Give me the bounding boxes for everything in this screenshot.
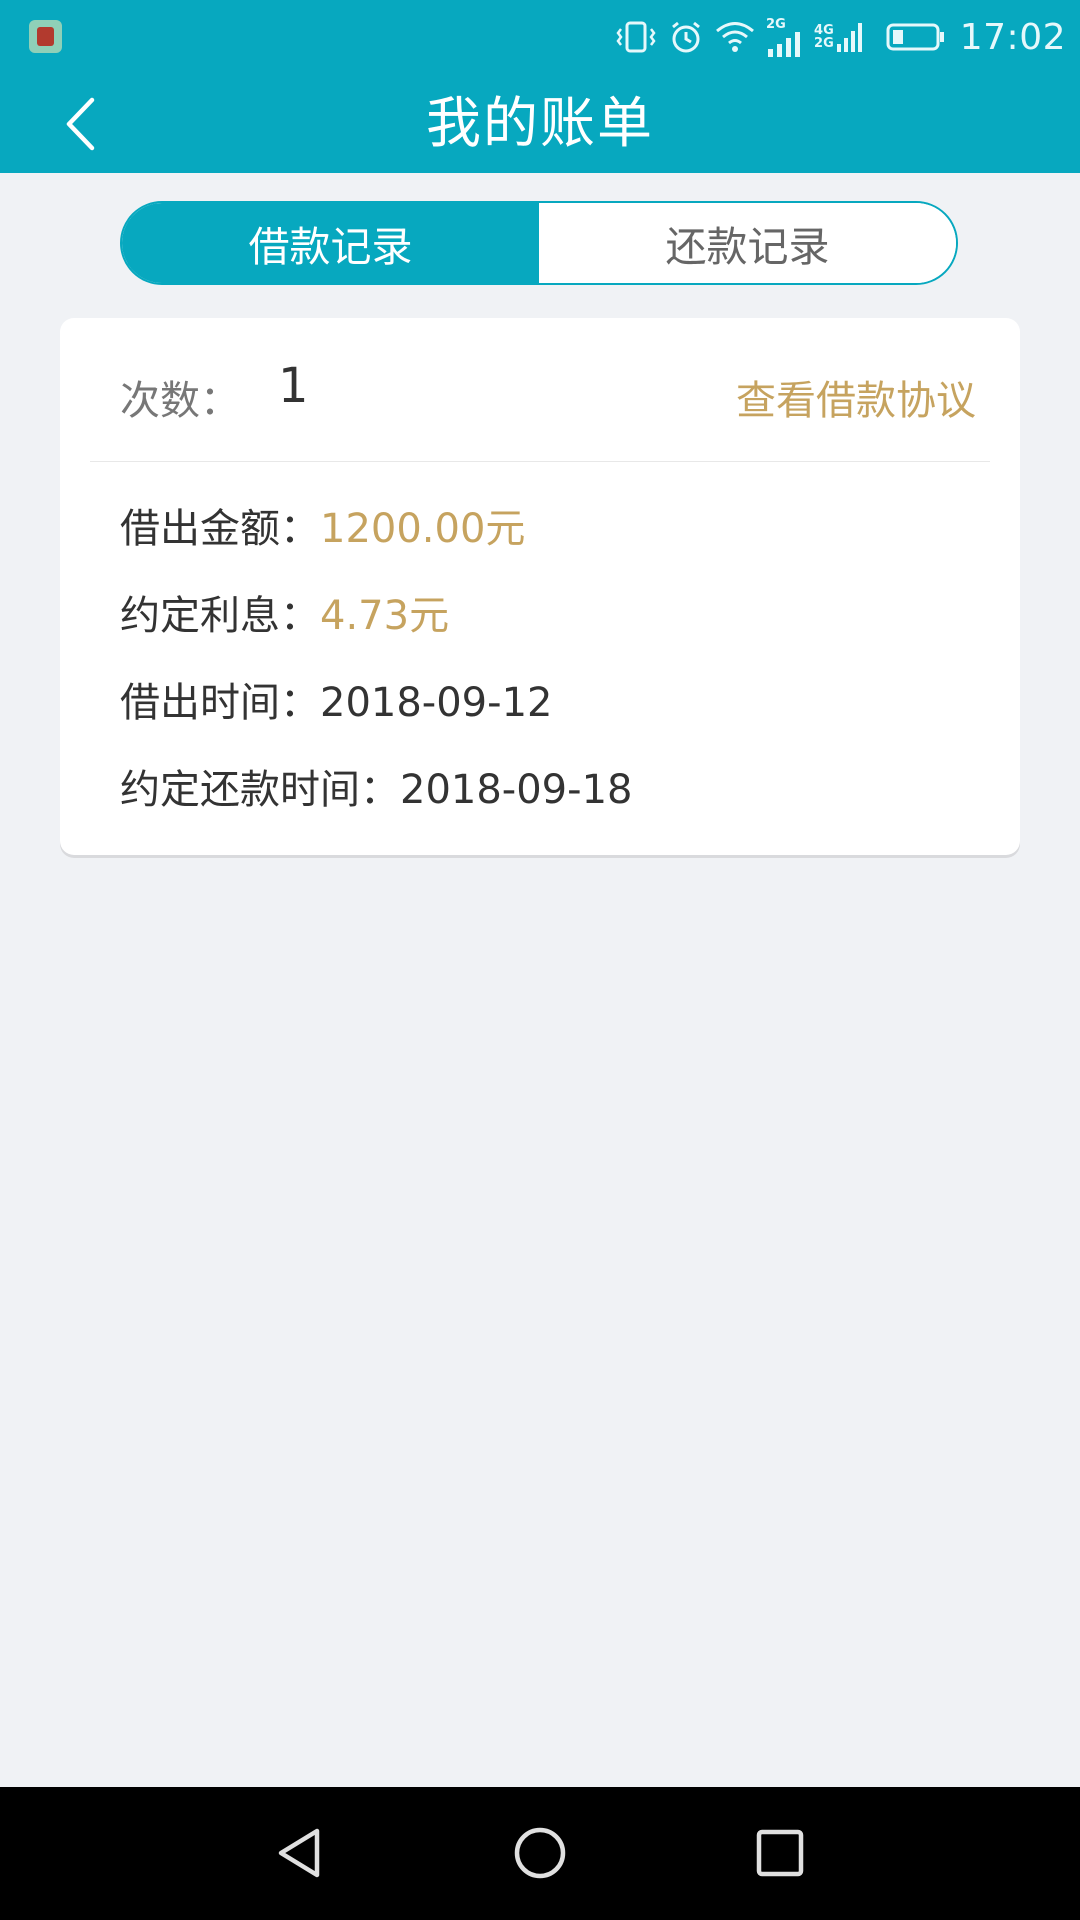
signal-icon-1: 2G (766, 18, 804, 57)
tab-loan-records[interactable]: 借款记录 (122, 203, 539, 283)
record-tabs: 借款记录 还款记录 (120, 201, 958, 285)
nav-back-button[interactable] (259, 1813, 339, 1893)
network-type-label: 2G (814, 36, 834, 51)
due-date-label: 约定还款时间： (120, 767, 400, 813)
interest-label: 约定利息： (120, 593, 320, 639)
loan-date-label: 借出时间： (120, 680, 320, 726)
interest-value: 4.73元 (320, 593, 450, 639)
loan-date-row: 借出时间：2018-09-12 (120, 670, 552, 728)
due-date-value: 2018-09-18 (400, 767, 633, 813)
top-bar: 2G 4G 2G 17:02 我的账单 (0, 0, 1080, 173)
back-triangle-icon (278, 1828, 320, 1878)
recents-square-icon (756, 1829, 804, 1877)
page-title: 我的账单 (425, 91, 654, 155)
due-date-row: 约定还款时间：2018-09-18 (120, 757, 632, 815)
loan-record-card: 次数： 1 查看借款协议 借出金额：1200.00元 约定利息：4.73元 借出… (60, 318, 1020, 855)
card-header: 次数： 1 查看借款协议 (90, 318, 990, 462)
loan-amount-row: 借出金额：1200.00元 (120, 496, 525, 554)
network-type-label: 2G (766, 16, 786, 32)
battery-icon (886, 22, 946, 52)
vibrate-icon (614, 20, 658, 54)
count-value: 1 (278, 358, 309, 414)
home-circle-icon (514, 1827, 566, 1879)
header: 我的账单 (0, 74, 1080, 173)
count-label: 次数： (120, 378, 240, 424)
system-nav-bar (0, 1787, 1080, 1920)
status-bar: 2G 4G 2G 17:02 (0, 0, 1080, 74)
wifi-icon (714, 19, 756, 55)
nav-recents-button[interactable] (740, 1813, 820, 1893)
tab-repayment-records[interactable]: 还款记录 (539, 203, 956, 283)
status-icons: 2G 4G 2G 17:02 (614, 12, 1066, 62)
loan-date-value: 2018-09-12 (320, 680, 553, 726)
alarm-icon (668, 19, 704, 55)
loan-amount-label: 借出金额： (120, 506, 320, 552)
nav-home-button[interactable] (500, 1813, 580, 1893)
view-loan-agreement-link[interactable]: 查看借款协议 (736, 368, 976, 426)
app-notification-icon (29, 20, 62, 53)
interest-row: 约定利息：4.73元 (120, 583, 449, 641)
signal-icon-2: 4G 2G (814, 20, 866, 54)
loan-amount-value: 1200.00元 (320, 506, 526, 552)
status-time: 17:02 (959, 16, 1066, 58)
